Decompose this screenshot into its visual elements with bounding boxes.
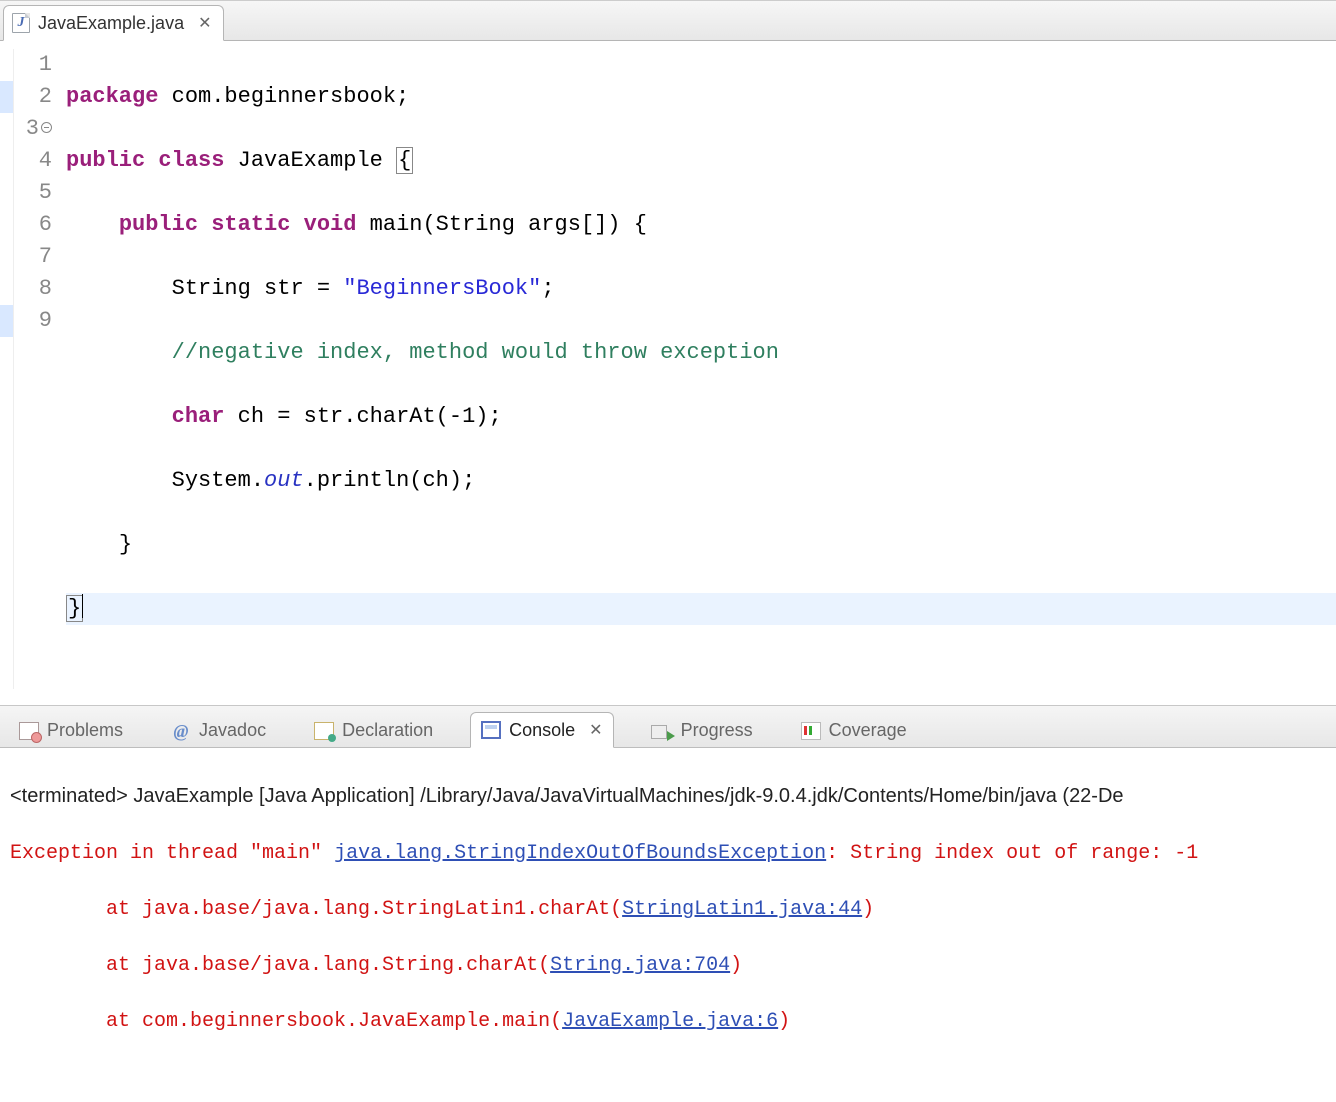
tab-problems[interactable]: Problems — [8, 712, 134, 748]
close-icon[interactable]: ✕ — [589, 720, 602, 740]
java-file-icon: J — [12, 13, 30, 33]
tab-label: Progress — [681, 720, 753, 741]
matched-brace: } — [66, 595, 83, 622]
tab-label: Coverage — [829, 720, 907, 741]
bottom-panel: Problems @ Javadoc Declaration Console ✕… — [0, 705, 1336, 1102]
overview-ruler — [0, 49, 14, 689]
console-icon — [481, 721, 501, 739]
editor-tab-bar: J JavaExample.java ✕ — [0, 1, 1336, 41]
text-caret — [82, 594, 83, 618]
tab-coverage[interactable]: Coverage — [790, 712, 918, 748]
coverage-icon — [801, 722, 821, 740]
tab-declaration[interactable]: Declaration — [303, 712, 444, 748]
declaration-icon — [314, 722, 334, 740]
console-process-header: <terminated> JavaExample [Java Applicati… — [10, 782, 1330, 810]
progress-icon — [651, 722, 673, 740]
tab-label: Console — [509, 720, 575, 741]
line-number-gutter: 1 2 3 4 5 6 7 8 9 — [14, 49, 60, 689]
code-editor[interactable]: 1 2 3 4 5 6 7 8 9 package com.beginnersb… — [0, 41, 1336, 689]
console-output[interactable]: <terminated> JavaExample [Java Applicati… — [0, 748, 1336, 1102]
tab-label: Declaration — [342, 720, 433, 741]
matched-brace: { — [396, 147, 413, 174]
editor-tab[interactable]: J JavaExample.java ✕ — [3, 5, 224, 41]
tab-label: Javadoc — [199, 720, 266, 741]
stacktrace-link[interactable]: StringLatin1.java:44 — [622, 898, 862, 921]
fold-icon[interactable] — [41, 122, 52, 133]
javadoc-icon: @ — [171, 722, 191, 740]
editor-pane: J JavaExample.java ✕ 1 2 3 4 5 6 7 8 — [0, 0, 1336, 689]
tab-label: Problems — [47, 720, 123, 741]
tab-console[interactable]: Console ✕ — [470, 712, 613, 748]
stacktrace-link[interactable]: String.java:704 — [550, 954, 730, 977]
tab-javadoc[interactable]: @ Javadoc — [160, 712, 277, 748]
source-code[interactable]: package com.beginnersbook; public class … — [60, 49, 1336, 689]
tab-progress[interactable]: Progress — [640, 712, 764, 748]
problems-icon — [19, 722, 39, 740]
views-tab-bar: Problems @ Javadoc Declaration Console ✕… — [0, 706, 1336, 748]
close-icon[interactable]: ✕ — [198, 13, 211, 33]
stacktrace-link[interactable]: JavaExample.java:6 — [562, 1010, 778, 1033]
stacktrace-link[interactable]: java.lang.StringIndexOutOfBoundsExceptio… — [334, 842, 826, 865]
editor-tab-filename: JavaExample.java — [38, 13, 184, 34]
